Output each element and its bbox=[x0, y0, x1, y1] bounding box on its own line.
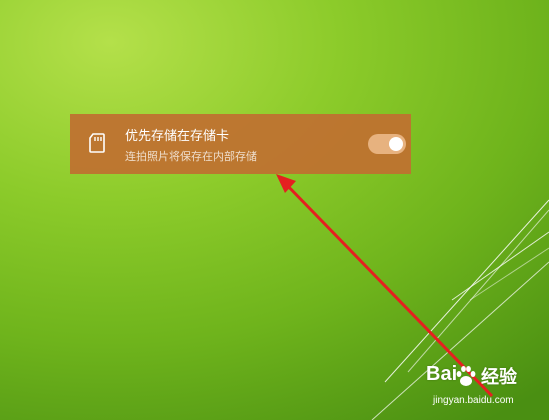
paw-logo-icon bbox=[456, 366, 476, 386]
storage-toggle-switch[interactable] bbox=[368, 134, 406, 154]
toggle-knob bbox=[389, 137, 403, 151]
sd-card-icon bbox=[89, 133, 105, 153]
storage-setting-row[interactable]: 优先存储在存储卡 连拍照片将保存在内部存储 bbox=[70, 114, 411, 174]
watermark-brand-right: 经验 bbox=[481, 367, 517, 387]
decorative-lines bbox=[371, 199, 549, 420]
setting-subtitle: 连拍照片将保存在内部存储 bbox=[125, 150, 257, 163]
setting-title: 优先存储在存储卡 bbox=[125, 129, 230, 144]
watermark-url: jingyan.baidu.com bbox=[433, 395, 514, 406]
baidu-jingyan-watermark: Bai 经验 jingyan.baidu.com bbox=[426, 363, 526, 413]
